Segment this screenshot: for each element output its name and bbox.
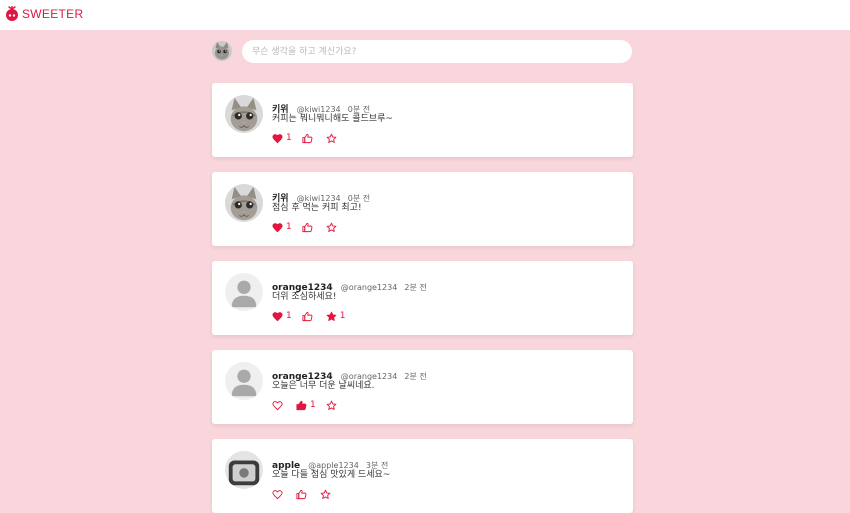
- post-time: 2분 전: [404, 283, 427, 292]
- bookmark-star-button[interactable]: [326, 222, 340, 233]
- app-name: SWEETER: [22, 7, 84, 21]
- post-avatar[interactable]: [225, 95, 263, 133]
- heart-count: 1: [286, 133, 292, 143]
- heart-icon: [272, 489, 283, 499]
- thumbs-up-icon: [302, 133, 313, 143]
- post-time: 2분 전: [404, 372, 427, 381]
- post-content: 커피는 뭐니뭐니해도 콜드브루~: [272, 114, 393, 124]
- heart-button[interactable]: 1: [272, 133, 292, 144]
- compose-avatar: [212, 41, 232, 61]
- heart-button[interactable]: 1: [272, 222, 292, 233]
- post-card: 키위 @kiwi1234 0분 전 점심 후 먹는 커피 최고! 1: [212, 172, 633, 246]
- heart-button[interactable]: [272, 400, 286, 411]
- like-button[interactable]: [302, 222, 316, 233]
- heart-icon: [272, 400, 283, 410]
- cat-avatar-icon: [225, 184, 263, 222]
- star-icon: [326, 311, 337, 321]
- photo-avatar-icon: [225, 451, 263, 489]
- brand-logo[interactable]: SWEETER: [5, 6, 83, 22]
- post-avatar[interactable]: [225, 184, 263, 222]
- post-content: 점심 후 먹는 커피 최고!: [272, 203, 362, 213]
- default-user-icon: [225, 273, 263, 311]
- heart-count: 1: [286, 222, 292, 232]
- thumbs-up-icon: [302, 222, 313, 232]
- post-content: 더위 조심하세요!: [272, 292, 337, 302]
- post-content: 오늘 다들 점심 맛있게 드세요~: [272, 470, 391, 480]
- like-button[interactable]: [302, 133, 316, 144]
- thumbs-up-icon: [296, 400, 307, 410]
- heart-button[interactable]: [272, 489, 286, 500]
- default-user-icon: [225, 362, 263, 400]
- bookmark-star-button[interactable]: [326, 133, 340, 144]
- heart-count: 1: [286, 311, 292, 321]
- like-button[interactable]: 1: [296, 400, 316, 411]
- post-card: orange1234 @orange1234 2분 전 오늘은 너무 더운 날씨…: [212, 350, 633, 424]
- bookmark-star-button[interactable]: [326, 400, 340, 411]
- like-button[interactable]: [296, 489, 310, 500]
- post-actions: 1: [272, 221, 350, 233]
- cat-avatar-icon: [225, 95, 263, 133]
- compose-input[interactable]: [242, 40, 632, 63]
- star-icon: [326, 133, 337, 143]
- post-card: orange1234 @orange1234 2분 전 더위 조심하세요! 1 …: [212, 261, 633, 335]
- post-author-handle: @orange1234: [340, 283, 398, 292]
- thumbs-up-icon: [302, 311, 313, 321]
- top-bar: SWEETER: [0, 0, 850, 30]
- post-actions: [272, 488, 344, 500]
- heart-button[interactable]: 1: [272, 311, 292, 322]
- post-content: 오늘은 너무 더운 날씨네요.: [272, 381, 375, 391]
- post-card: 키위 @kiwi1234 0분 전 커피는 뭐니뭐니해도 콜드브루~ 1: [212, 83, 633, 157]
- post-actions: 1 1: [272, 310, 355, 322]
- thumbs-up-icon: [296, 489, 307, 499]
- post-actions: 1: [272, 399, 350, 411]
- bookmark-star-button[interactable]: [320, 489, 334, 500]
- post-avatar[interactable]: [225, 273, 263, 311]
- bookmark-star-button[interactable]: 1: [326, 311, 346, 322]
- post-avatar[interactable]: [225, 362, 263, 400]
- star-count: 1: [339, 311, 346, 321]
- like-button[interactable]: [302, 311, 316, 322]
- like-count: 1: [310, 400, 316, 410]
- heart-icon: [272, 311, 283, 321]
- post-avatar[interactable]: [225, 451, 263, 489]
- star-icon: [320, 489, 331, 499]
- tomato-logo-icon: [6, 6, 18, 21]
- heart-icon: [272, 222, 283, 232]
- cat-avatar-icon: [212, 41, 232, 61]
- post-card: apple @apple1234 3분 전 오늘 다들 점심 맛있게 드세요~: [212, 439, 633, 513]
- post-actions: 1: [272, 132, 350, 144]
- star-icon: [326, 222, 337, 232]
- heart-icon: [272, 133, 283, 143]
- star-icon: [326, 400, 337, 410]
